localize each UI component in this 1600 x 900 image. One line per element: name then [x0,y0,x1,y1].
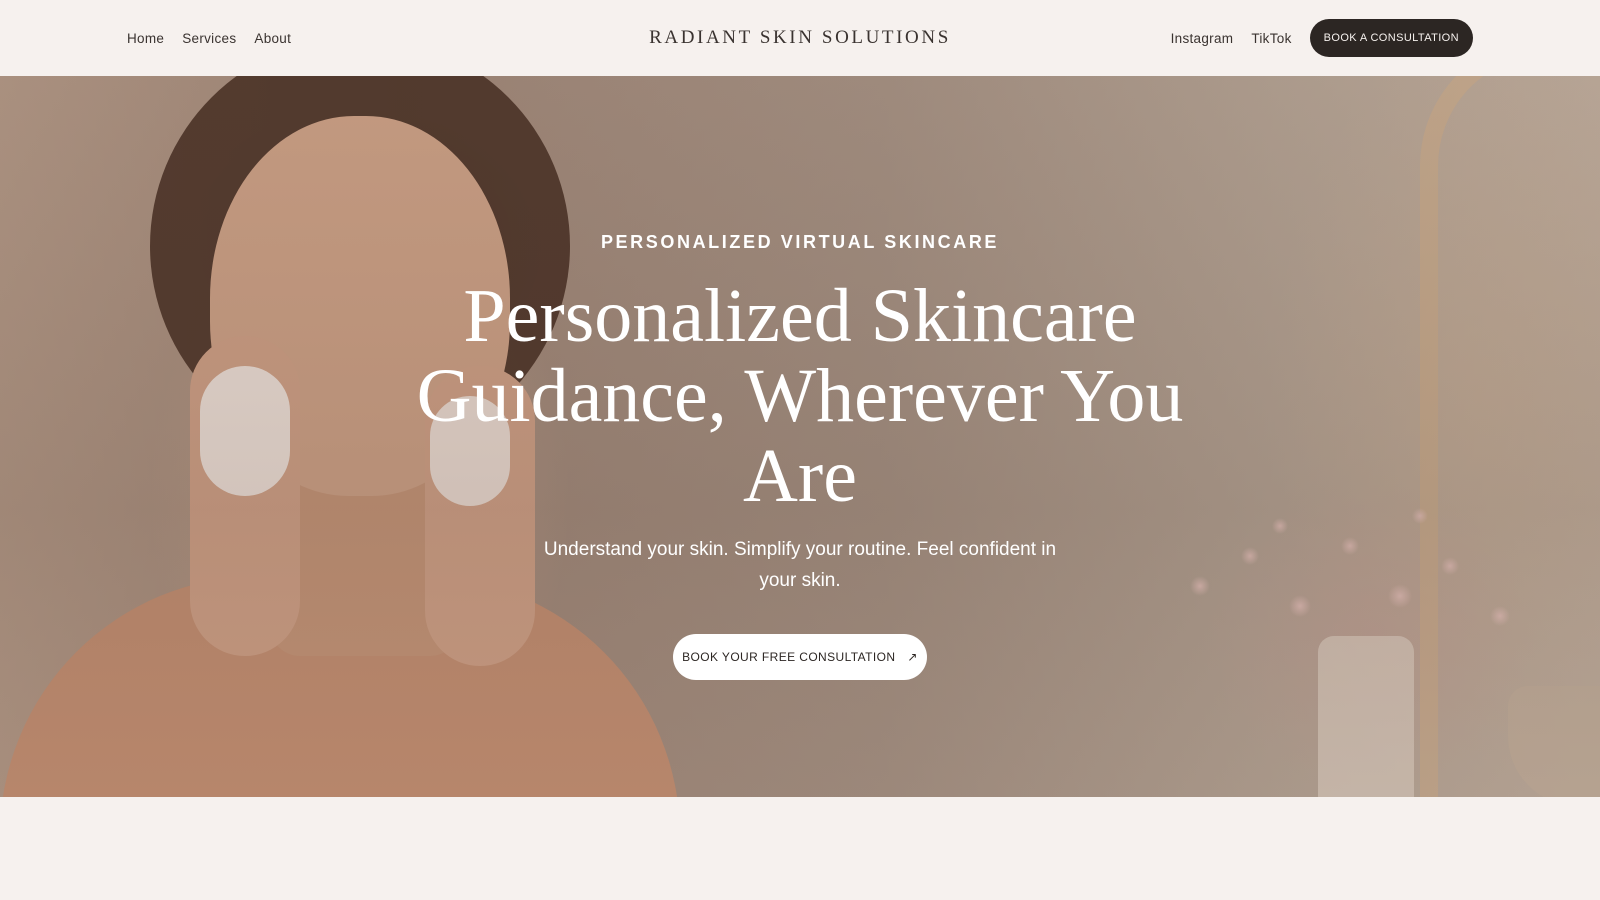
book-consultation-button[interactable]: BOOK A CONSULTATION [1309,19,1473,57]
hero-eyebrow: PERSONALIZED VIRTUAL SKINCARE [600,232,1000,252]
hero-content: PERSONALIZED VIRTUAL SKINCARE Personaliz… [0,76,1600,797]
nav-link-services[interactable]: Services [182,31,236,46]
primary-nav: Home Services About [127,0,291,76]
nav-link-home[interactable]: Home [127,31,164,46]
below-hero-band [0,797,1600,900]
hero-headline: Personalized Skincare Guidance, Wherever… [416,274,1184,518]
arrow-up-right-icon: ↗ [907,650,918,664]
site-header: Home Services About RADIANT SKIN SOLUTIO… [0,0,1600,76]
page: Home Services About RADIANT SKIN SOLUTIO… [0,0,1600,900]
hero-subheadline: Understand your skin. Simplify your rout… [543,539,1057,591]
book-free-consultation-button[interactable]: BOOK YOUR FREE CONSULTATION ↗ [673,634,927,680]
hero-section: PERSONALIZED VIRTUAL SKINCARE Personaliz… [0,76,1600,797]
cta-label: BOOK YOUR FREE CONSULTATION [682,650,896,664]
nav-link-instagram[interactable]: Instagram [1171,31,1234,46]
nav-link-about[interactable]: About [254,31,291,46]
social-nav: Instagram TikTok BOOK A CONSULTATION [1171,0,1473,76]
nav-link-tiktok[interactable]: TikTok [1251,31,1291,46]
